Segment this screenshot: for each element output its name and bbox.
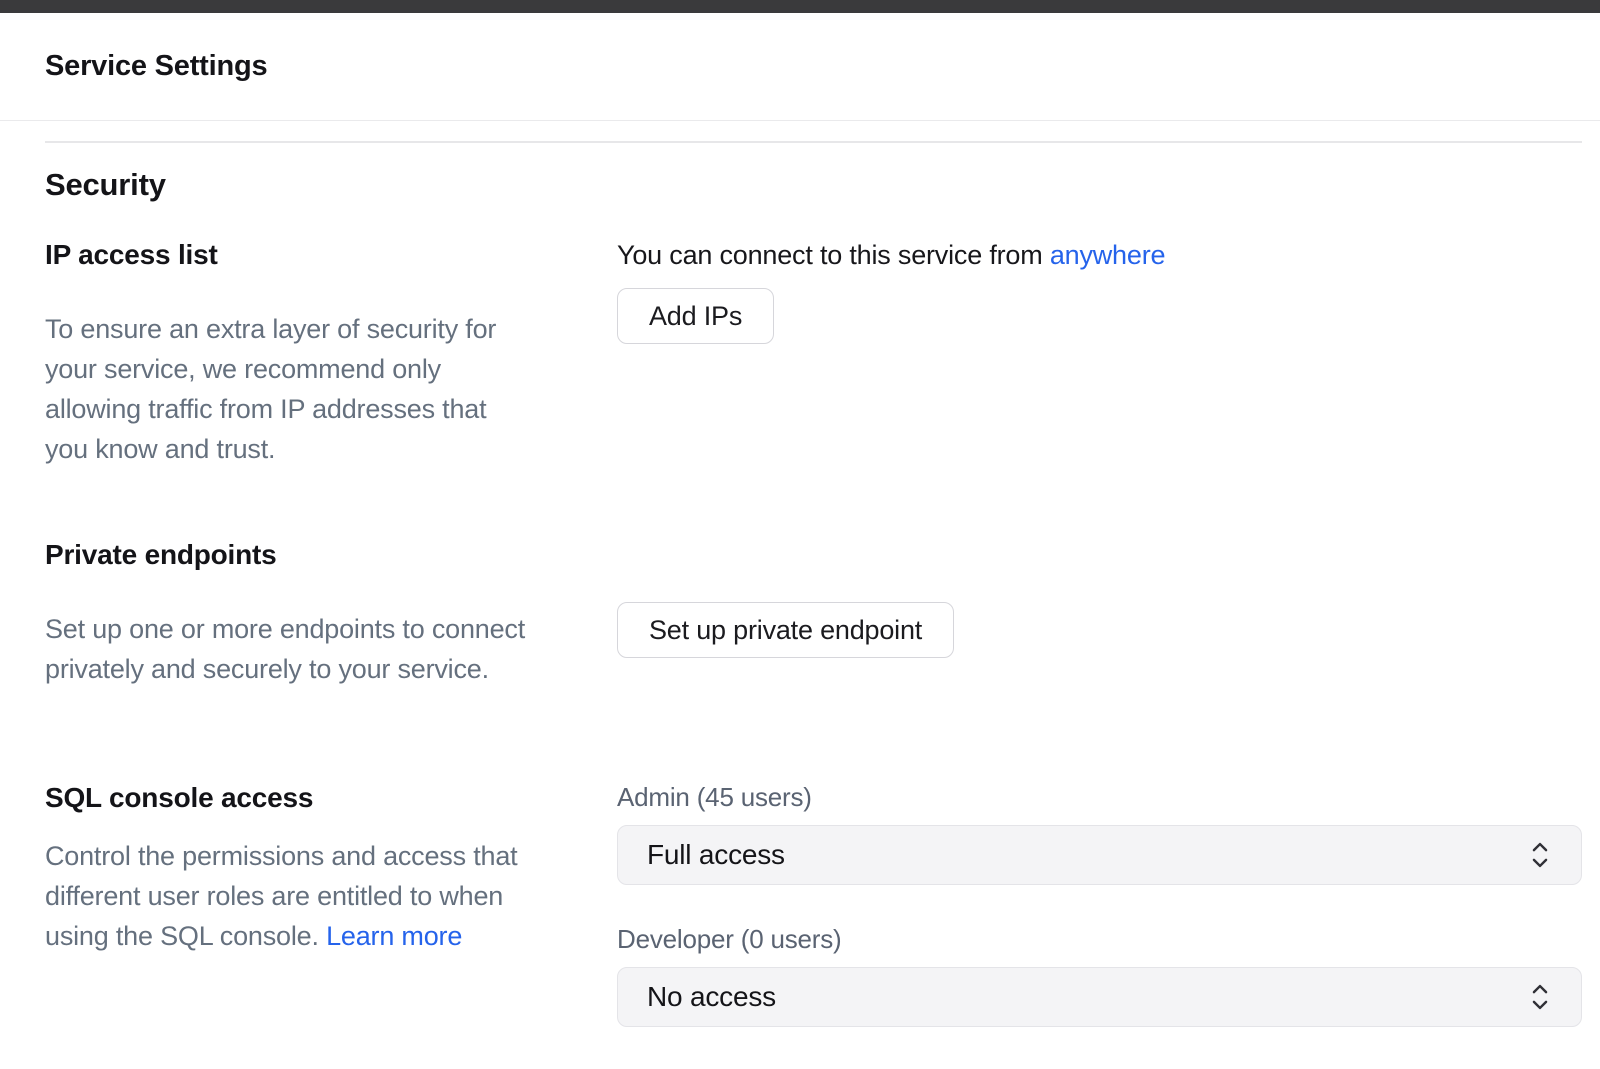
sql-console-description: Control the permissions and access that … bbox=[45, 836, 605, 956]
private-endpoints-right-column: Set up private endpoint bbox=[617, 538, 1582, 658]
sql-console-title: SQL console access bbox=[45, 781, 617, 815]
page-title: Service Settings bbox=[45, 50, 267, 83]
sql-console-left-column: SQL console access Control the permissio… bbox=[45, 781, 617, 956]
chevron-up-down-icon bbox=[1525, 980, 1555, 1014]
private-endpoints-title: Private endpoints bbox=[45, 538, 617, 572]
anywhere-link[interactable]: anywhere bbox=[1050, 240, 1165, 270]
sql-console-access-row: SQL console access Control the permissio… bbox=[45, 781, 1582, 1027]
private-endpoints-left-column: Private endpoints Set up one or more end… bbox=[45, 538, 617, 689]
admin-access-value: Full access bbox=[647, 839, 785, 871]
private-endpoints-row: Private endpoints Set up one or more end… bbox=[45, 538, 1582, 689]
sql-console-right-column: Admin (45 users) Full access Developer (… bbox=[617, 781, 1582, 1027]
ip-access-row: IP access list To ensure an extra layer … bbox=[45, 238, 1582, 469]
chevron-up-down-icon bbox=[1525, 838, 1555, 872]
ip-access-left-column: IP access list To ensure an extra layer … bbox=[45, 238, 617, 469]
ip-access-title: IP access list bbox=[45, 238, 617, 272]
setup-private-endpoint-button[interactable]: Set up private endpoint bbox=[617, 602, 954, 658]
window-top-bar bbox=[0, 0, 1600, 13]
ip-access-status: You can connect to this service from any… bbox=[617, 238, 1582, 272]
private-endpoints-description: Set up one or more endpoints to connect … bbox=[45, 609, 605, 689]
page-header: Service Settings bbox=[0, 13, 1600, 121]
ip-access-status-text: You can connect to this service from bbox=[617, 240, 1050, 270]
add-ips-button[interactable]: Add IPs bbox=[617, 288, 774, 344]
ip-access-right-column: You can connect to this service from any… bbox=[617, 238, 1582, 344]
section-divider bbox=[45, 141, 1582, 143]
admin-access-label: Admin (45 users) bbox=[617, 781, 1582, 813]
settings-content: Security IP access list To ensure an ext… bbox=[0, 141, 1600, 1027]
developer-access-value: No access bbox=[647, 981, 776, 1013]
developer-access-select[interactable]: No access bbox=[617, 967, 1582, 1027]
admin-access-select[interactable]: Full access bbox=[617, 825, 1582, 885]
learn-more-link[interactable]: Learn more bbox=[326, 921, 462, 951]
ip-access-description: To ensure an extra layer of security for… bbox=[45, 309, 605, 469]
security-section-title: Security bbox=[45, 166, 1582, 204]
developer-access-label: Developer (0 users) bbox=[617, 923, 1582, 955]
